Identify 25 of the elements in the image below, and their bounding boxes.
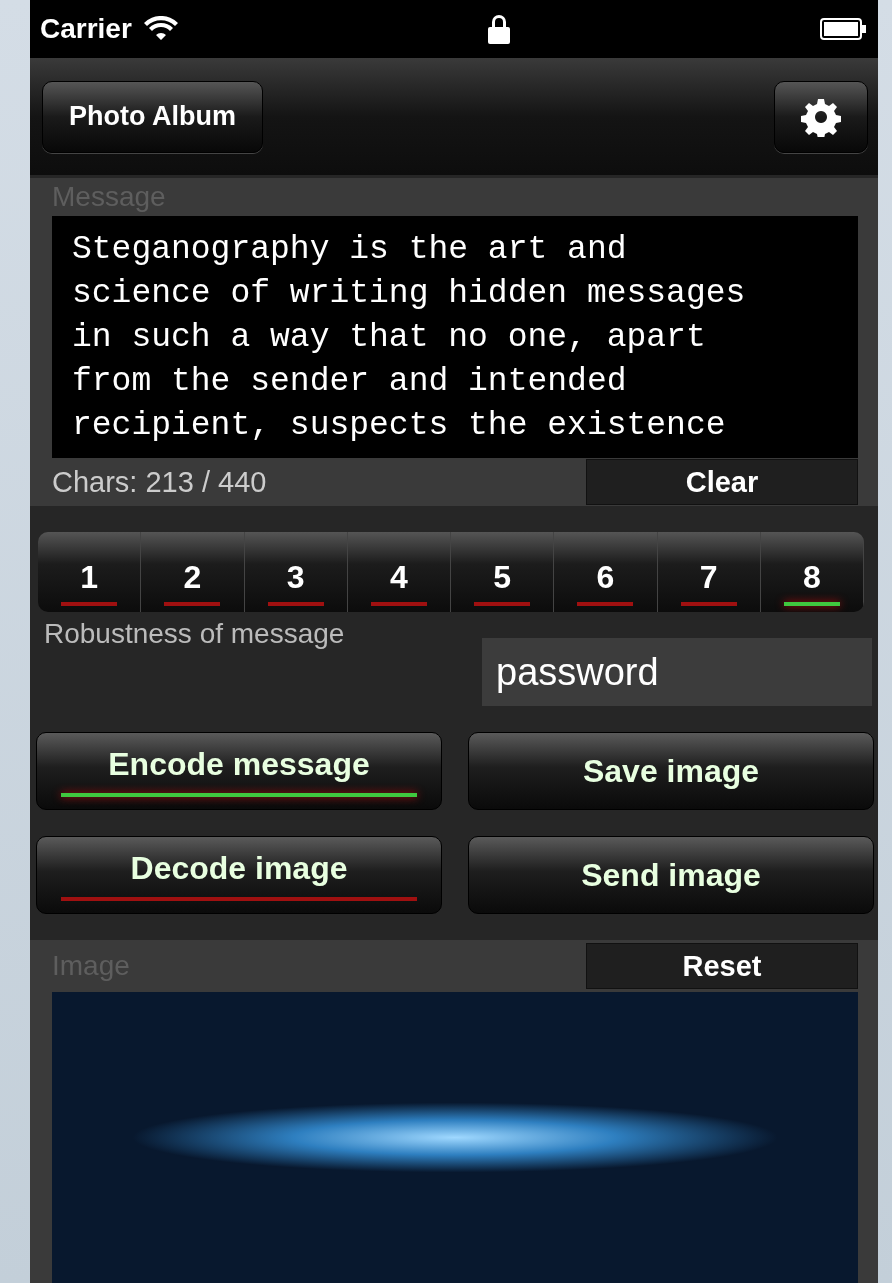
battery-icon xyxy=(820,18,866,40)
carrier-label: Carrier xyxy=(40,13,132,45)
robustness-segment[interactable]: 5 xyxy=(451,532,555,612)
clear-button[interactable]: Clear xyxy=(586,459,858,505)
robustness-segment[interactable]: 1 xyxy=(38,532,142,612)
settings-button[interactable] xyxy=(774,80,868,153)
mode-button[interactable]: Decode image xyxy=(36,836,442,914)
robustness-label: Robustness of message xyxy=(44,618,345,651)
settings-icon xyxy=(801,96,841,137)
message-text-area[interactable]: Steganography is the art and science of writing hidden messages in such a way that no one, apart from the sender and intended recipient, suspects the existence xyxy=(52,216,858,458)
reset-button[interactable]: Reset xyxy=(586,943,858,989)
mode-button[interactable]: Encode message xyxy=(36,732,442,810)
lock-icon xyxy=(486,14,511,44)
robustness-segment[interactable]: 6 xyxy=(554,532,658,612)
robustness-segment[interactable]: 2 xyxy=(141,532,245,612)
action-button[interactable]: Save image xyxy=(468,732,874,810)
password-field[interactable]: password xyxy=(482,638,872,706)
photo-album-button[interactable]: Photo Album xyxy=(42,80,263,153)
robustness-segment[interactable]: 7 xyxy=(657,532,761,612)
robustness-segment[interactable]: 3 xyxy=(244,532,348,612)
robustness-segment[interactable]: 8 xyxy=(760,532,864,612)
action-button[interactable]: Send image xyxy=(468,836,874,914)
char-count: Chars: 213 / 440 xyxy=(52,465,267,499)
wifi-icon xyxy=(143,16,178,42)
robustness-segment[interactable]: 4 xyxy=(347,532,451,612)
